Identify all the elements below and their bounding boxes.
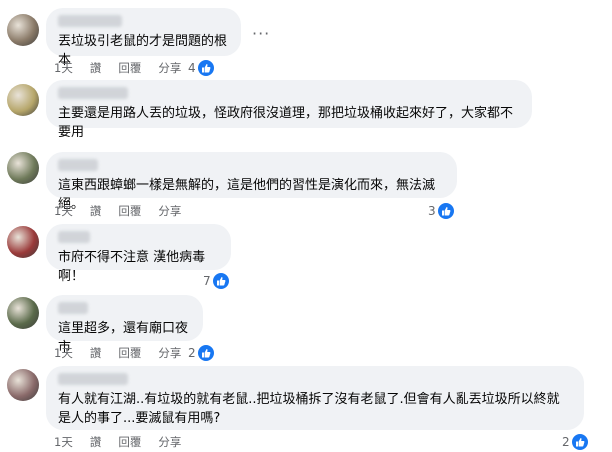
- reaction-number: 3: [428, 204, 436, 218]
- comment-bubble: 這里超多，還有廟口夜市: [46, 295, 203, 355]
- like-thumb-icon: [197, 345, 214, 361]
- avatar[interactable]: [7, 152, 39, 184]
- reply-button[interactable]: 回覆: [118, 60, 141, 76]
- like-button[interactable]: 讚: [90, 203, 102, 219]
- share-button[interactable]: 分享: [158, 434, 181, 450]
- like-thumb-icon: [437, 203, 454, 219]
- author-name-redacted[interactable]: [58, 302, 88, 314]
- avatar[interactable]: [7, 369, 39, 401]
- comment-bubble: 市府不得不注意 漢他病毒啊！: [46, 224, 231, 284]
- like-thumb-icon: [571, 434, 588, 450]
- reaction-count[interactable]: 2: [188, 345, 214, 361]
- avatar[interactable]: [7, 14, 39, 46]
- author-name-redacted[interactable]: [58, 15, 122, 27]
- reaction-number: 7: [203, 274, 211, 288]
- author-name-redacted[interactable]: [58, 373, 128, 385]
- avatar[interactable]: [7, 226, 39, 258]
- reply-button[interactable]: 回覆: [118, 434, 141, 450]
- comment-bubble: 有人就有江湖..有垃圾的就有老鼠..把垃圾桶拆了沒有老鼠了.但會有人亂丟垃圾所以…: [46, 366, 584, 430]
- like-button[interactable]: 讚: [90, 345, 102, 361]
- comment-bubble: 主要還是用路人丟的垃圾，怪政府很沒道理，那把垃圾桶收起來好了，大家都不要用: [46, 80, 532, 140]
- author-name-redacted[interactable]: [58, 87, 128, 99]
- like-button[interactable]: 讚: [90, 434, 102, 450]
- comment-actions: 1天 讚 回覆 分享: [54, 60, 198, 76]
- comment-actions: 1天 讚 回覆 分享: [54, 203, 198, 219]
- reaction-count[interactable]: 3: [428, 203, 454, 219]
- timestamp-link[interactable]: 1天: [54, 203, 73, 219]
- reaction-count[interactable]: 4: [188, 60, 214, 76]
- more-options-icon[interactable]: ···: [252, 24, 270, 43]
- reaction-number: 4: [188, 61, 196, 75]
- avatar[interactable]: [7, 84, 39, 116]
- reaction-number: 2: [188, 346, 196, 360]
- comment-text: 有人就有江湖..有垃圾的就有老鼠..把垃圾桶拆了沒有老鼠了.但會有人亂丟垃圾所以…: [58, 392, 560, 426]
- share-button[interactable]: 分享: [158, 345, 181, 361]
- comment-bubble: 這東西跟蟑螂一樣是無解的，這是他們的習性是演化而來，無法滅絕。: [46, 152, 457, 212]
- reply-button[interactable]: 回覆: [118, 345, 141, 361]
- reaction-count[interactable]: 2: [562, 434, 588, 450]
- comment-actions: 1天 讚 回覆 分享: [54, 345, 198, 361]
- reaction-number: 2: [562, 435, 570, 449]
- share-button[interactable]: 分享: [158, 203, 181, 219]
- timestamp-link[interactable]: 1天: [54, 345, 73, 361]
- like-button[interactable]: 讚: [90, 60, 102, 76]
- comment-actions: 1天 讚 回覆 分享: [54, 434, 198, 450]
- comment-text: 市府不得不注意 漢他病毒啊！: [58, 250, 206, 284]
- avatar[interactable]: [7, 297, 39, 329]
- like-thumb-icon: [212, 273, 229, 289]
- comment-text: 主要還是用路人丟的垃圾，怪政府很沒道理，那把垃圾桶收起來好了，大家都不要用: [58, 106, 514, 140]
- like-thumb-icon: [197, 60, 214, 76]
- author-name-redacted[interactable]: [58, 159, 98, 171]
- share-button[interactable]: 分享: [158, 60, 181, 76]
- reaction-count[interactable]: 7: [203, 273, 229, 289]
- reply-button[interactable]: 回覆: [118, 203, 141, 219]
- timestamp-link[interactable]: 1天: [54, 434, 73, 450]
- comment-bubble: 丟垃圾引老鼠的才是問題的根本: [46, 8, 241, 68]
- author-name-redacted[interactable]: [58, 231, 90, 243]
- timestamp-link[interactable]: 1天: [54, 60, 73, 76]
